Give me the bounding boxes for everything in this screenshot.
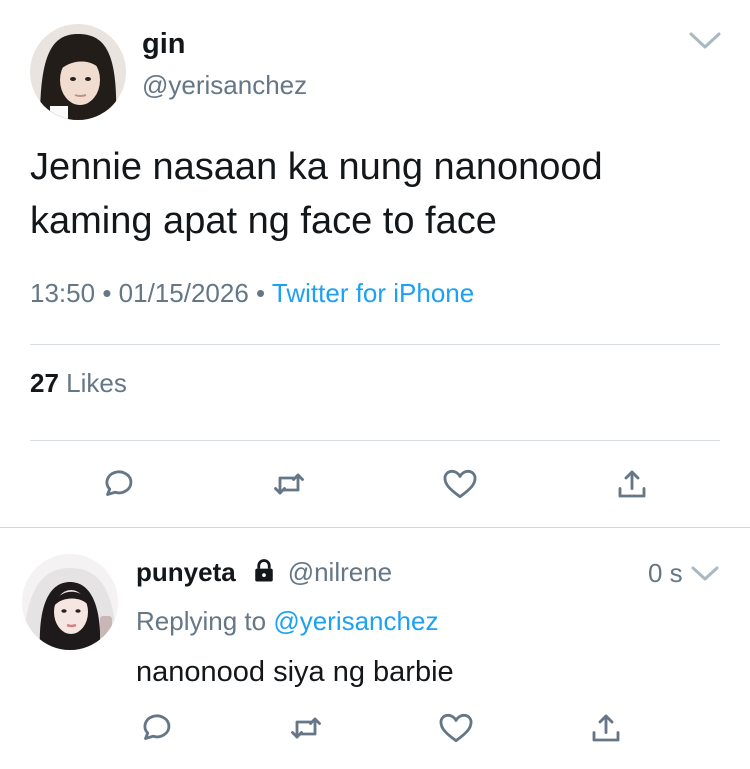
reply-text: nanonood siya ng barbie: [136, 656, 454, 688]
chevron-down-icon[interactable]: [688, 30, 722, 52]
like-icon[interactable]: [436, 708, 476, 748]
author-avatar[interactable]: [30, 24, 126, 120]
likes-label: Likes: [66, 368, 127, 398]
reply-handle[interactable]: @nilrene: [288, 557, 392, 587]
likes-count: 27: [30, 368, 59, 398]
tweet-action-bar: [0, 464, 750, 508]
divider: [0, 527, 750, 528]
reply-icon[interactable]: [98, 464, 138, 504]
retweet-icon[interactable]: [269, 464, 309, 504]
share-icon[interactable]: [586, 708, 626, 748]
reply-action-bar: [0, 708, 750, 752]
reply-icon[interactable]: [136, 708, 176, 748]
author-display-name[interactable]: gin: [142, 28, 186, 61]
replying-to-mention[interactable]: @yerisanchez: [273, 606, 438, 636]
lock-icon: [250, 557, 278, 592]
tweet-metadata: 13:50 • 01/15/2026 • Twitter for iPhone: [30, 278, 474, 309]
tweet-source-link[interactable]: Twitter for iPhone: [272, 278, 474, 308]
reply-header: punyeta @nilrene: [136, 557, 392, 592]
divider: [30, 344, 720, 345]
chevron-down-icon[interactable]: [690, 564, 720, 584]
tweet-date: 01/15/2026: [118, 278, 249, 308]
reply-author-avatar[interactable]: [22, 554, 118, 650]
tweet-detail-page: gin @yerisanchez Jennie nasaan ka nung n…: [0, 0, 750, 769]
author-handle[interactable]: @yerisanchez: [142, 70, 307, 101]
like-icon[interactable]: [440, 464, 480, 504]
meta-separator: •: [102, 278, 112, 308]
replying-prefix: Replying to: [136, 606, 267, 636]
reply-timestamp: 0 s: [648, 558, 683, 588]
divider: [30, 440, 720, 441]
share-icon[interactable]: [612, 464, 652, 504]
meta-separator: •: [256, 278, 266, 308]
reply-display-name[interactable]: punyeta: [136, 557, 236, 587]
retweet-icon[interactable]: [286, 708, 326, 748]
tweet-time: 13:50: [30, 278, 96, 308]
tweet-text: Jennie nasaan ka nung nanonood kaming ap…: [30, 146, 603, 242]
replying-to-line: Replying to @yerisanchez: [136, 606, 438, 637]
likes-stat[interactable]: 27 Likes: [30, 368, 127, 399]
